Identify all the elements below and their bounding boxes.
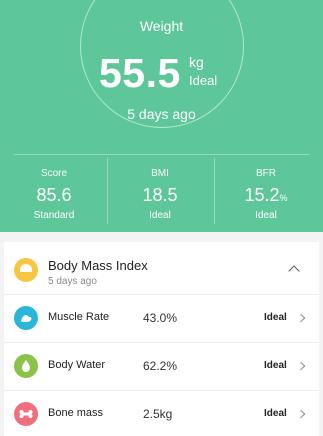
bone-icon [14, 402, 38, 426]
stat-value: 15.2% [244, 185, 288, 205]
muscle-icon [14, 306, 38, 330]
bmi-title: Body Mass Index [48, 258, 148, 273]
stat-label: Score [40, 168, 68, 179]
metric-label: Muscle Rate [48, 311, 110, 323]
stat-status: Standard [33, 210, 75, 221]
metric-value: 62.2% [143, 359, 178, 373]
weight-timestamp: 5 days ago [127, 106, 196, 122]
chevron-right-icon [296, 409, 306, 419]
metric-value: 43.0% [143, 311, 178, 325]
metric-label: Bone mass [48, 407, 104, 419]
metric-value: 2.5kg [143, 407, 173, 421]
stat-label: BFR [256, 168, 276, 179]
weight-value: 55.5 [99, 50, 181, 96]
metric-row-body-water[interactable]: Body Water 62.2% Ideal [4, 342, 319, 388]
metric-row-bone-mass[interactable]: Bone mass 2.5kg Ideal [4, 390, 319, 436]
metric-label: Body Water [48, 359, 106, 371]
stat-status: Ideal [255, 210, 277, 221]
body-mass-index-icon [14, 258, 38, 282]
metrics-card: Body Mass Index 5 days ago Muscle Rate 4… [4, 242, 319, 436]
bmi-timestamp: 5 days ago [48, 276, 97, 287]
stat-status: Ideal [149, 210, 171, 221]
water-drop-icon [14, 354, 38, 378]
divider [14, 154, 309, 155]
weight-status: Ideal [189, 73, 218, 88]
weight-unit: kg [189, 54, 204, 70]
stat-value: 85.6 [36, 185, 72, 205]
stat-label: BMI [151, 168, 169, 179]
chevron-up-icon[interactable] [288, 265, 300, 277]
bmi-section-header[interactable]: Body Mass Index 5 days ago [4, 242, 319, 294]
chevron-right-icon [296, 361, 306, 371]
stat-bfr[interactable]: BFR 15.2% Ideal [212, 168, 320, 221]
metric-status: Ideal [264, 312, 287, 323]
weight-summary-panel: Weight 55.5 kg Ideal 5 days ago Score 85… [0, 0, 323, 232]
metric-status: Ideal [264, 408, 287, 419]
metric-row-muscle-rate[interactable]: Muscle Rate 43.0% Ideal [4, 294, 319, 340]
stat-bmi[interactable]: BMI 18.5 Ideal [106, 168, 214, 221]
stat-score[interactable]: Score 85.6 Standard [0, 168, 108, 221]
metric-status: Ideal [264, 360, 287, 371]
stat-value: 18.5 [142, 185, 178, 205]
weight-label: Weight [139, 18, 184, 34]
chevron-right-icon [296, 313, 306, 323]
